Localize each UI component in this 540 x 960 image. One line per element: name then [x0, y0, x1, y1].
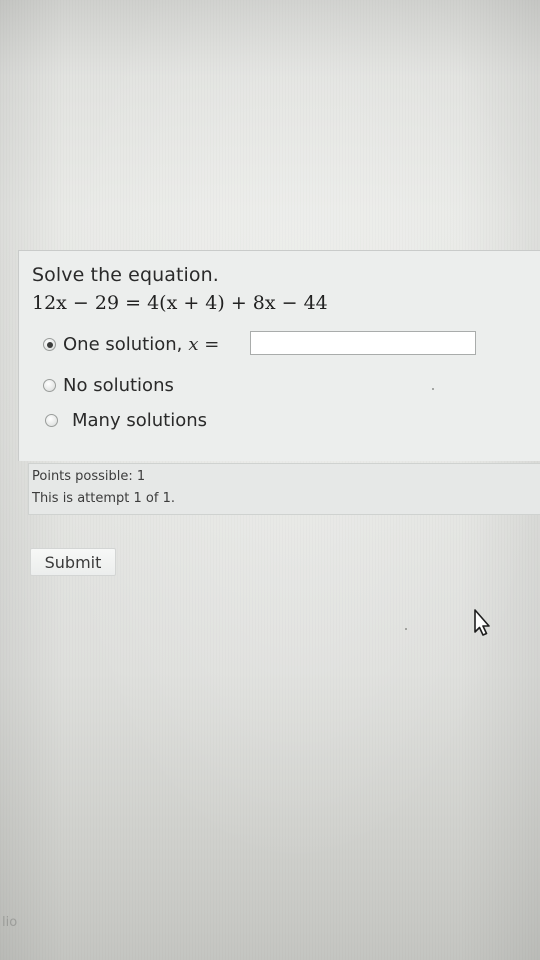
question-prompt: Solve the equation. — [32, 264, 219, 286]
solution-input[interactable] — [250, 331, 476, 355]
points-possible: Points possible: 1 — [32, 469, 146, 484]
option-no-solutions-label: No solutions — [63, 375, 174, 396]
option-one-solution[interactable]: One solution, x = — [43, 334, 219, 355]
corner-label: lio — [2, 915, 18, 930]
submit-button[interactable]: Submit — [30, 548, 116, 576]
equation: 12x − 29 = 4(x + 4) + 8x − 44 — [32, 292, 328, 314]
option-many-solutions-label: Many solutions — [72, 410, 207, 431]
option-one-solution-label: One solution, — [63, 334, 183, 355]
screen-speck — [432, 388, 434, 390]
radio-no-solutions[interactable] — [43, 379, 56, 392]
option-one-solution-variable: x = — [188, 334, 220, 355]
attempt-count: This is attempt 1 of 1. — [32, 491, 175, 506]
option-no-solutions[interactable]: No solutions — [43, 375, 174, 396]
screen-speck — [405, 628, 407, 630]
mouse-pointer-icon — [474, 609, 490, 636]
radio-many-solutions[interactable] — [45, 414, 58, 427]
option-many-solutions[interactable]: Many solutions — [45, 410, 207, 431]
radio-one-solution[interactable] — [43, 338, 56, 351]
